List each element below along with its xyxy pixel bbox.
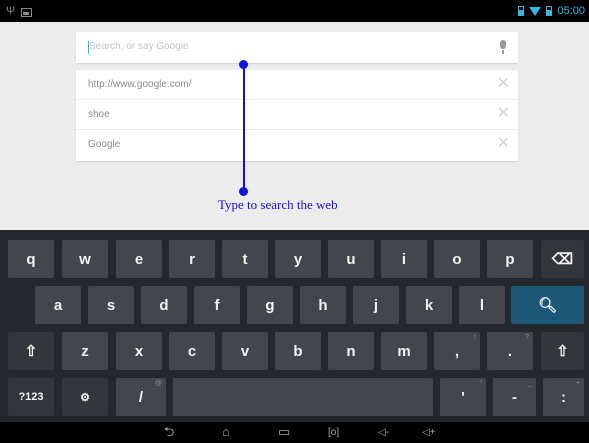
shift-icon: ⇧	[556, 343, 569, 360]
shift-key-left[interactable]: ⇧	[8, 332, 54, 370]
key-b[interactable]: b	[275, 332, 321, 370]
key-t[interactable]: t	[222, 240, 268, 278]
backspace-icon: ⌫	[551, 251, 574, 268]
suggestion-item[interactable]: shoe ✕	[76, 100, 518, 130]
battery-icon	[546, 6, 553, 16]
key-slash-hint: @	[154, 380, 162, 387]
key-i[interactable]: i	[381, 240, 427, 278]
key-apostrophe-hint: "	[479, 380, 483, 387]
key-slash-label: /	[138, 388, 144, 406]
suggestion-list: http://www.google.com/ ✕ shoe ✕ Google ✕	[76, 70, 518, 161]
remove-icon[interactable]: ✕	[497, 76, 510, 92]
callout-dot-top	[239, 60, 248, 69]
key-comma[interactable]: , !	[434, 332, 480, 370]
wifi-icon	[529, 7, 542, 16]
search-key[interactable]: 🔍︎	[511, 286, 584, 324]
key-w[interactable]: w	[62, 240, 108, 278]
key-r[interactable]: r	[169, 240, 215, 278]
key-z[interactable]: z	[62, 332, 108, 370]
key-colon-hint: +	[575, 380, 580, 387]
suggestion-item[interactable]: http://www.google.com/ ✕	[76, 70, 518, 100]
search-placeholder: Search, or say Google	[89, 41, 189, 52]
key-m[interactable]: m	[381, 332, 427, 370]
settings-key[interactable]: ⚙	[62, 378, 108, 416]
callout-label: Type to search the web	[218, 197, 338, 212]
key-x[interactable]: x	[116, 332, 162, 370]
key-e[interactable]: e	[116, 240, 162, 278]
battery-small-icon	[518, 6, 525, 16]
back-icon[interactable]: ⮌	[164, 425, 174, 439]
image-icon	[21, 7, 33, 17]
key-j[interactable]: j	[353, 286, 399, 324]
symbols-key[interactable]: ?123	[8, 378, 54, 416]
remove-icon[interactable]: ✕	[497, 136, 510, 152]
key-colon-label: :	[561, 388, 566, 406]
volume-down-icon[interactable]: ◁-	[378, 426, 389, 440]
key-dash-label: -	[512, 388, 517, 406]
recents-icon[interactable]: ▭	[278, 425, 290, 439]
settings-icon: ⚙	[80, 391, 90, 404]
key-u[interactable]: u	[328, 240, 374, 278]
key-dash-hint: _	[528, 380, 532, 387]
key-s[interactable]: s	[88, 286, 134, 324]
key-d[interactable]: d	[141, 286, 187, 324]
key-apostrophe-label: '	[461, 388, 465, 406]
status-bar: Ψ 05:00	[0, 0, 589, 22]
key-g[interactable]: g	[247, 286, 293, 324]
key-k[interactable]: k	[406, 286, 452, 324]
status-left: Ψ	[6, 4, 33, 18]
search-page: Search, or say Google http://www.google.…	[0, 22, 589, 230]
status-right: 05:00	[518, 4, 585, 18]
key-p[interactable]: p	[487, 240, 533, 278]
shift-key-right[interactable]: ⇧	[541, 332, 584, 370]
key-l[interactable]: l	[459, 286, 505, 324]
home-icon[interactable]: ⌂	[222, 425, 230, 439]
on-screen-keyboard: q w e r t y u i o p ⌫ a s d f g h j k l …	[0, 230, 589, 422]
mic-icon[interactable]	[498, 40, 508, 55]
space-key[interactable]	[173, 378, 433, 416]
navigation-bar: ⮌ ⌂ ▭ [o] ◁- ◁+	[0, 422, 589, 443]
callout-line	[243, 66, 245, 192]
key-n[interactable]: n	[328, 332, 374, 370]
key-f[interactable]: f	[194, 286, 240, 324]
shift-icon: ⇧	[24, 343, 38, 360]
suggestion-text: http://www.google.com/	[88, 79, 192, 90]
screenshot-icon[interactable]: [o]	[328, 426, 339, 440]
key-period-hint: ?	[525, 334, 529, 341]
key-v[interactable]: v	[222, 332, 268, 370]
key-c[interactable]: c	[169, 332, 215, 370]
key-dash[interactable]: - _	[493, 378, 536, 416]
key-period[interactable]: . ?	[487, 332, 533, 370]
key-h[interactable]: h	[300, 286, 346, 324]
callout-dot-bottom	[239, 187, 248, 196]
suggestion-text: shoe	[88, 109, 110, 120]
remove-icon[interactable]: ✕	[497, 106, 510, 122]
key-comma-hint: !	[474, 334, 476, 341]
key-period-label: .	[507, 342, 513, 360]
search-input[interactable]: Search, or say Google	[76, 32, 518, 63]
volume-up-icon[interactable]: ◁+	[422, 426, 436, 440]
search-icon: 🔍︎	[537, 297, 558, 314]
key-a[interactable]: a	[35, 286, 81, 324]
key-y[interactable]: y	[275, 240, 321, 278]
status-time: 05:00	[557, 5, 585, 17]
key-q[interactable]: q	[8, 240, 54, 278]
key-o[interactable]: o	[434, 240, 480, 278]
suggestion-item[interactable]: Google ✕	[76, 130, 518, 160]
usb-icon: Ψ	[6, 5, 16, 17]
key-colon[interactable]: : +	[543, 378, 584, 416]
key-apostrophe[interactable]: ' "	[440, 378, 486, 416]
key-slash[interactable]: / @	[116, 378, 166, 416]
key-comma-label: ,	[454, 342, 460, 360]
suggestion-text: Google	[88, 139, 121, 150]
backspace-key[interactable]: ⌫	[541, 240, 584, 278]
